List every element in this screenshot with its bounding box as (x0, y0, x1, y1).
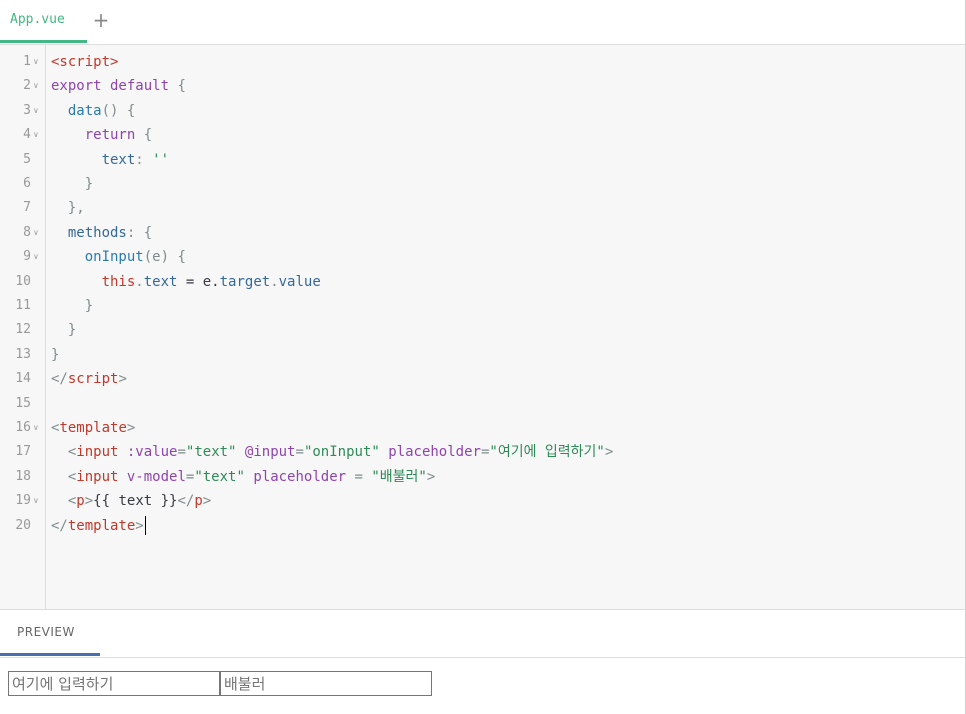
fold-chevron-icon[interactable]: ∨ (33, 123, 43, 147)
line-number: 6 (23, 176, 31, 191)
vue-playground: App.vue + 1 ∨ <script> 2 ∨ export default {3 ∨… (0, 0, 966, 714)
code-line: 15 (0, 392, 965, 416)
code-line: 18 <input v-model="text" placeholder = "… (0, 465, 965, 489)
tab-preview[interactable]: PREVIEW (0, 610, 100, 656)
code-line: 16 ∨ <template> (0, 416, 965, 440)
code-line: 2 ∨ export default { (0, 74, 965, 98)
line-number: 4 (23, 127, 31, 143)
preview-tab-label: PREVIEW (17, 625, 75, 639)
code-text: <input :value="text" @input="onInput" pl… (67, 444, 614, 461)
line-number: 5 (23, 151, 31, 167)
line-number: 8 (23, 224, 31, 240)
line-number: 19 (15, 493, 31, 509)
preview-header: PREVIEW (0, 609, 965, 658)
code-text: data() { (67, 102, 136, 119)
code-editor[interactable]: 1 ∨ <script> 2 ∨ export default {3 ∨ data() {4… (0, 45, 965, 609)
code-line: 6 } (0, 172, 965, 196)
line-number: 20 (15, 517, 31, 533)
code-text: <input v-model="text" placeholder = "배불러… (67, 468, 436, 485)
text-cursor (144, 516, 146, 536)
fold-chevron-icon[interactable]: ∨ (33, 221, 43, 245)
code-text: <template> (51, 420, 136, 436)
code-text: export default { (51, 78, 186, 95)
code-text: <p>{{ text }}</p> (67, 493, 212, 510)
fold-chevron-icon[interactable]: ∨ (33, 416, 43, 440)
code-line: 8 ∨ methods: { (0, 221, 965, 245)
code-line: 17 <input :value="text" @input="onInput"… (0, 440, 965, 464)
code-line: 10 this.text = e.target.value (0, 270, 965, 294)
code-text: }, (67, 200, 85, 217)
code-text: <script> (51, 54, 119, 70)
code-line: 11 } (0, 294, 965, 318)
code-line: 4 ∨ return { (0, 123, 965, 147)
fold-chevron-icon[interactable]: ∨ (33, 489, 43, 513)
line-number: 2 (23, 78, 31, 94)
line-number: 16 (15, 420, 31, 435)
add-file-button[interactable]: + (92, 8, 110, 32)
code-text: return { (84, 127, 153, 144)
tab-app-vue[interactable]: App.vue (0, 0, 87, 43)
code-line: 5 text: '' (0, 148, 965, 172)
code-line: 13} (0, 343, 965, 367)
preview-text-input-2[interactable] (220, 671, 432, 696)
code-line: 20 </template> (0, 514, 965, 538)
preview-pane (0, 658, 965, 714)
code-line: 19 ∨ <p>{{ text }}</p> (0, 489, 965, 513)
line-number: 9 (23, 249, 31, 265)
fold-chevron-icon[interactable]: ∨ (33, 50, 43, 74)
line-number: 10 (15, 273, 31, 289)
code-text: } (51, 346, 60, 363)
line-number: 7 (23, 200, 31, 216)
code-line: 14 </script> (0, 367, 965, 391)
code-text: text: '' (101, 151, 170, 168)
code-text: } (84, 176, 94, 192)
line-number: 17 (15, 444, 31, 460)
file-tab-bar: App.vue + (0, 0, 965, 45)
code-text: this.text = e.target.value (101, 273, 321, 290)
code-text: } (67, 322, 77, 339)
fold-chevron-icon[interactable]: ∨ (33, 245, 43, 269)
line-number: 11 (15, 298, 31, 313)
code-line: 9 ∨ onInput(e) { (0, 245, 965, 269)
line-number: 3 (23, 102, 31, 118)
code-text: </script> (51, 371, 127, 388)
line-number: 13 (15, 346, 31, 362)
code-text: } (84, 298, 94, 314)
line-number: 12 (15, 322, 31, 338)
line-number: 18 (15, 468, 31, 484)
code-line: 1 ∨ <script> (0, 50, 965, 74)
preview-text-input-1[interactable] (8, 671, 220, 696)
line-number: 1 (23, 54, 31, 69)
code-line: 7 }, (0, 196, 965, 220)
code-text: </template> (51, 516, 146, 536)
line-number: 14 (15, 371, 31, 387)
fold-chevron-icon[interactable]: ∨ (33, 74, 43, 98)
code-text: methods: { (67, 224, 153, 241)
code-line: 3 ∨ data() { (0, 99, 965, 123)
line-number: 15 (15, 395, 31, 411)
code-line: 12 } (0, 318, 965, 342)
fold-chevron-icon[interactable]: ∨ (33, 99, 43, 123)
code-text: onInput(e) { (84, 249, 186, 266)
tab-label: App.vue (10, 12, 65, 27)
